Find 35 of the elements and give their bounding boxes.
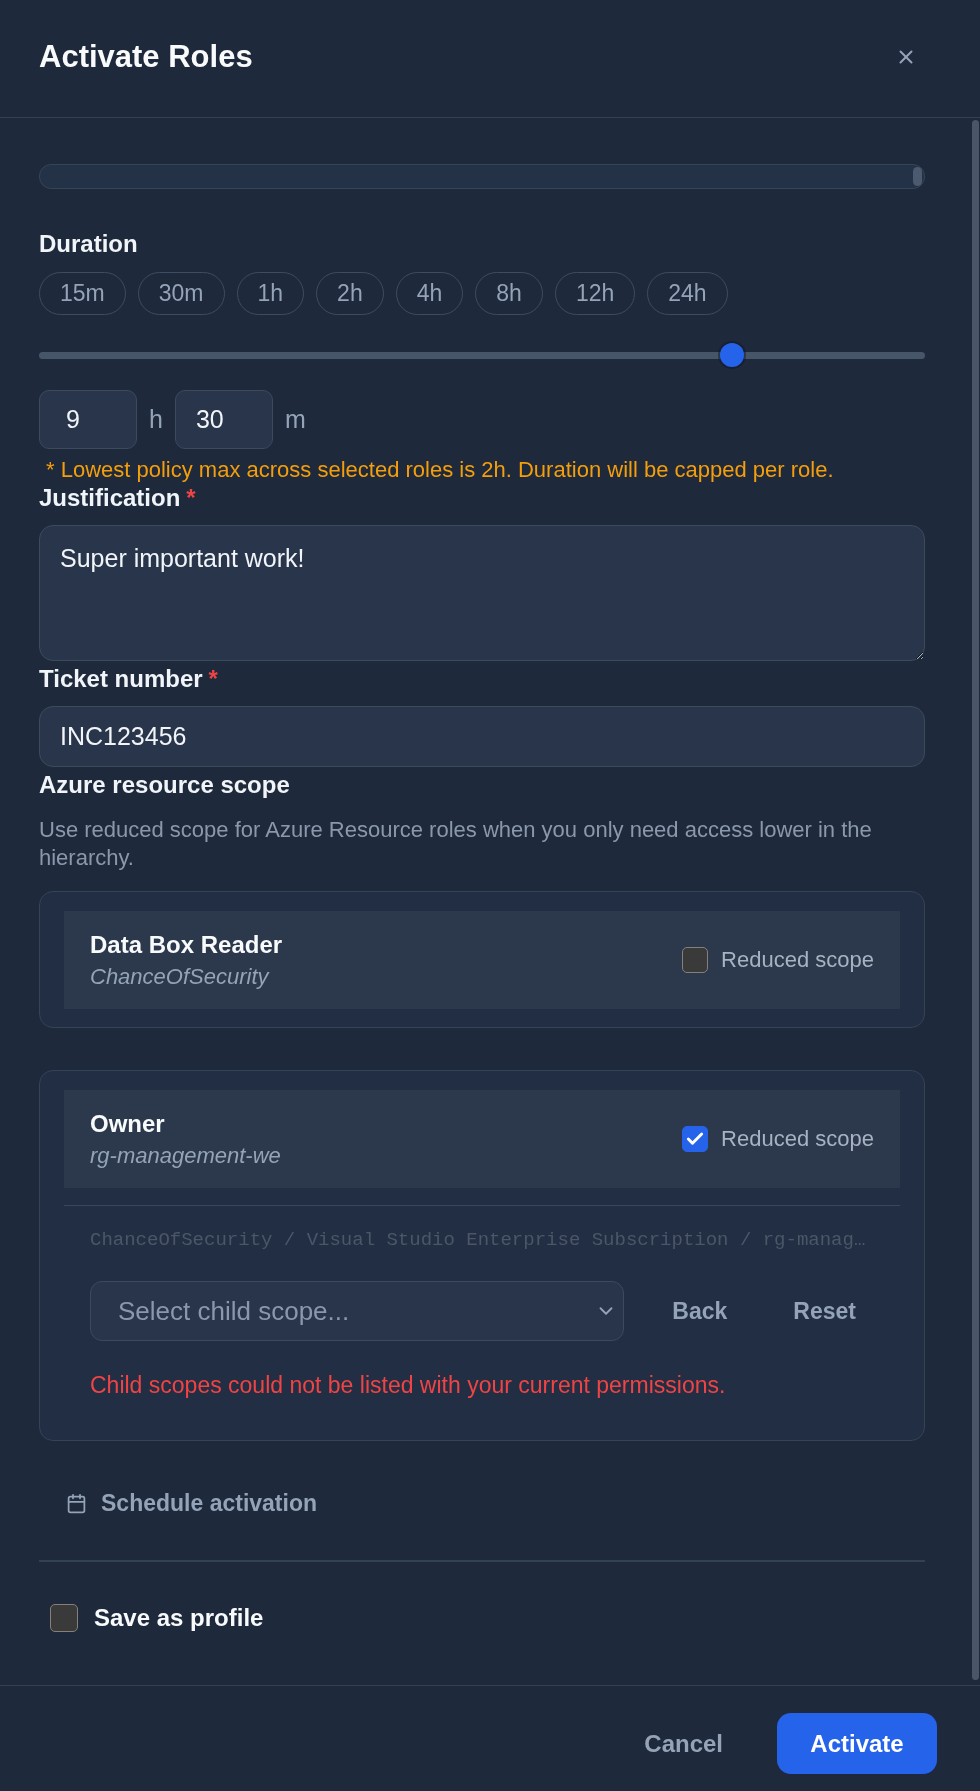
checkbox-label: Save as profile (94, 1603, 264, 1632)
role-resource: ChanceOfSecurity (90, 962, 271, 991)
duration-slider-track[interactable] (39, 343, 925, 367)
activate-button[interactable]: Activate (777, 1713, 937, 1774)
schedule-activation-button[interactable]: Schedule activation (50, 1481, 333, 1525)
unit-label: m (284, 405, 306, 434)
checkbox-label: Reduced scope (721, 947, 874, 973)
checkbox-label: Reduced scope (721, 1126, 874, 1152)
minutes-input[interactable]: 30 (174, 390, 273, 449)
error-message: Child scopes could not be listed with your current permissions. (90, 1372, 727, 1398)
role-resource: rg-management-we (90, 1141, 281, 1170)
justification-field[interactable]: Super important work! (39, 525, 925, 661)
hours-input[interactable]: 9 (39, 390, 137, 449)
dialog-title: Activate Roles (39, 38, 253, 75)
child-scope-select[interactable]: Select child scope... (90, 1281, 625, 1341)
warning-note: * Lowest policy max across selected roles is 2h. Duration will be capped per role. (45, 457, 835, 482)
cancel-button[interactable]: Cancel (624, 1713, 743, 1774)
role-name: Data Box Reader (90, 929, 283, 960)
reduced-scope-checkbox[interactable] (682, 1126, 709, 1152)
scroll-thumb[interactable] (913, 167, 922, 186)
save-profile-checkbox[interactable] (50, 1603, 78, 1632)
scrollbar-thumb[interactable] (972, 120, 979, 1680)
role-name: Owner (90, 1108, 166, 1139)
back-button[interactable]: Back (654, 1281, 746, 1341)
section-title: Azure resource scope (39, 770, 291, 800)
reduced-scope-checkbox[interactable] (682, 947, 709, 973)
help-text: Use reduced scope for Azure Resource roles when you only need access lower in the hierarchy. (39, 816, 873, 872)
field-label: Duration (39, 229, 139, 259)
reset-button[interactable]: Reset (775, 1281, 874, 1341)
slider-thumb[interactable] (719, 343, 744, 367)
field-label: Ticket number * (39, 664, 219, 694)
ticket-field[interactable]: INC123456 (39, 706, 925, 767)
field-label: Justification * (39, 483, 197, 513)
unit-label: h (149, 405, 163, 434)
calendar-icon (66, 1492, 87, 1514)
